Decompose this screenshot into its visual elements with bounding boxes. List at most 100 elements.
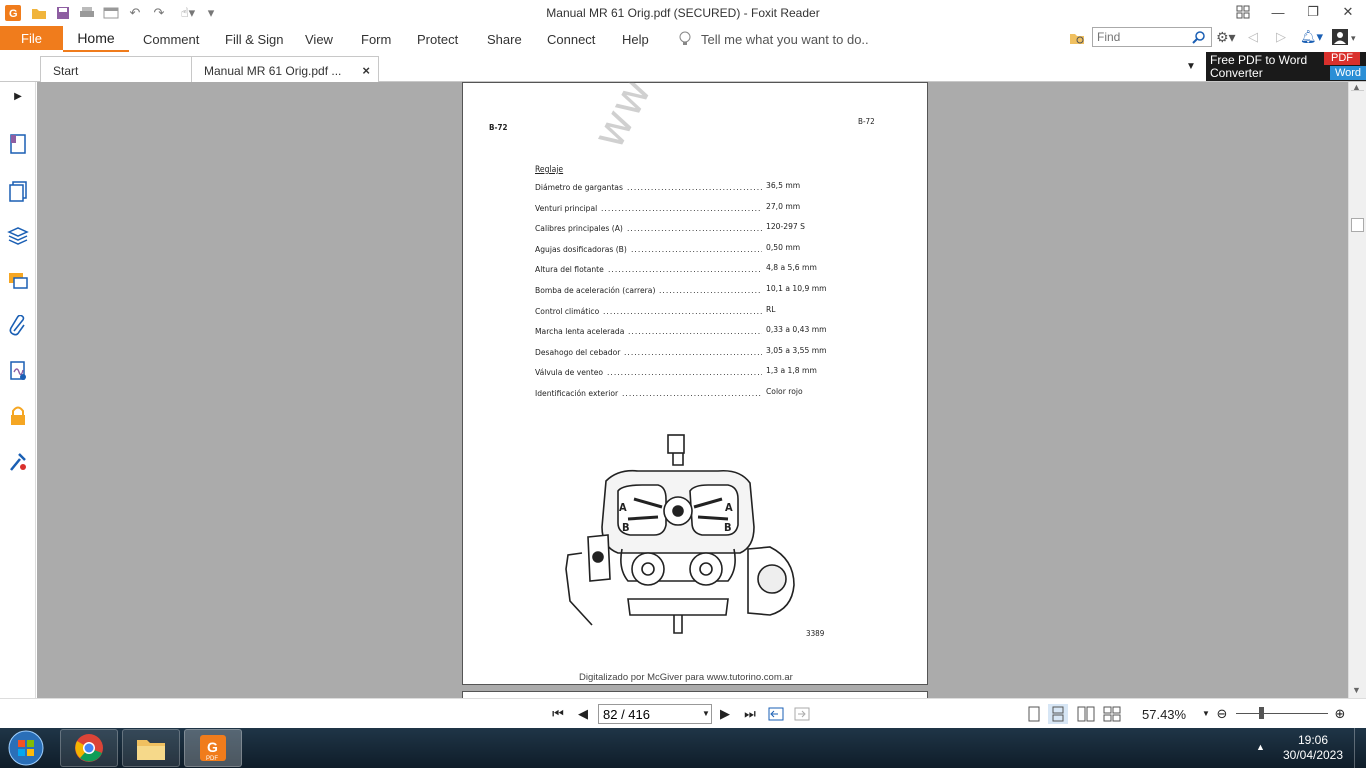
page-number-input[interactable] [598,704,712,724]
zoom-out-icon[interactable]: ⊖ [1212,704,1232,724]
spec-row: Calibres principales (A)................… [535,222,875,236]
foxit-pdf-icon[interactable]: G PDF [184,729,242,767]
tab-start[interactable]: Start [40,56,192,82]
tab-share[interactable]: Share [487,32,522,47]
spec-row: Altura del flotante.....................… [535,263,875,277]
prev-search-icon[interactable]: ◁ [1248,29,1258,45]
lightbulb-icon [678,31,692,50]
spec-label: Altura del flotante [535,265,604,275]
zoom-slider-thumb[interactable] [1259,707,1264,719]
figure-label-b-right: B [724,521,732,534]
zoom-in-icon[interactable]: ⊕ [1330,704,1350,724]
attachments-paperclip-icon[interactable] [6,314,30,338]
tab-list-dropdown-icon[interactable]: ▼ [1186,61,1196,72]
dot-leader: ........................................… [628,327,762,337]
continuous-view-icon[interactable] [1048,704,1068,724]
close-tab-icon[interactable]: × [362,63,370,78]
spec-value: 1,3 a 1,8 mm [766,366,817,376]
tab-connect[interactable]: Connect [547,32,595,47]
expand-panel-icon[interactable]: ▶ [6,84,30,108]
tell-me-box[interactable]: Tell me what you want to do.. [701,32,869,47]
restore-layout-icon[interactable] [1228,2,1258,22]
page-dropdown-icon[interactable]: ▼ [702,709,710,718]
show-hidden-icons-icon[interactable]: ▲ [1256,742,1265,752]
layers-icon[interactable] [6,224,30,248]
tab-current-document[interactable]: Manual MR 61 Orig.pdf ... × [191,56,379,82]
pages-panel-icon[interactable] [6,179,30,203]
page-thumbnails-icon[interactable] [6,132,30,156]
document-tab-bar: Start Manual MR 61 Orig.pdf ... × ▼ Free… [0,52,1366,82]
clock-date: 30/04/2023 [1282,748,1344,762]
figure-label-b-left: B [622,521,630,534]
next-search-icon[interactable]: ▷ [1276,29,1286,45]
window-title: Manual MR 61 Orig.pdf (SECURED) - Foxit … [546,6,820,20]
first-page-icon[interactable]: ⏮ [548,704,568,724]
tab-form[interactable]: Form [361,32,391,47]
search-icon[interactable] [1192,30,1206,47]
zoom-dropdown-icon[interactable]: ▼ [1202,709,1210,718]
search-folder-icon[interactable] [1069,31,1085,48]
navigation-panel-toolbar: ▶ [0,82,39,698]
minimize-button[interactable]: — [1263,2,1293,22]
comments-icon[interactable] [6,269,30,293]
spec-value: RL [766,304,776,314]
previous-page-icon[interactable]: ◀ [573,704,593,724]
spec-label: Venturi principal [535,203,598,213]
tab-view[interactable]: View [305,32,333,47]
carburetor-illustration [565,434,795,634]
tab-comment[interactable]: Comment [143,32,199,47]
spec-label: Marcha lenta acelerada [535,327,625,337]
settings-gear-icon[interactable]: ⚙▾ [1216,29,1236,46]
watermark-text: www.tutorino.com.ar [583,82,843,157]
vertical-scrollbar[interactable]: ▲ ▼ [1348,82,1366,698]
show-desktop-button[interactable] [1354,728,1366,768]
certificate-tools-icon[interactable] [6,450,30,474]
last-page-icon[interactable]: ⏭ [740,704,760,724]
chrome-icon[interactable] [60,729,118,767]
spec-label: Válvula de venteo [535,368,604,378]
spec-label: Bomba de aceleración (carrera) [535,286,656,295]
system-clock[interactable]: 19:06 30/04/2023 [1276,733,1350,763]
scroll-thumb[interactable] [1351,218,1364,232]
spec-row: Agujas dosificadoras (B)................… [535,243,875,257]
maximize-button[interactable]: ❐ [1298,2,1328,22]
pdf-to-word-promo[interactable]: Free PDF to Word Converter PDF Word [1206,52,1366,81]
spec-row: Válvula de venteo.......................… [535,366,875,380]
tab-current-label: Manual MR 61 Orig.pdf ... [204,64,342,78]
start-button[interactable] [6,730,46,769]
dot-leader: ........................................… [607,368,762,378]
next-pdf-page [462,691,928,698]
scroll-down-arrow-icon[interactable]: ▼ [1352,685,1361,695]
signatures-icon[interactable] [6,359,30,383]
file-tab[interactable]: File [0,26,63,50]
spec-label: Desahogo del cebador [535,347,621,357]
spec-row: Identificación exterior.................… [535,387,875,401]
tab-protect[interactable]: Protect [417,32,458,47]
zoom-level[interactable]: 57.43% [1142,707,1186,722]
dot-leader: ........................................… [659,286,762,295]
zoom-slider-track[interactable] [1236,713,1328,714]
tab-home[interactable]: Home [63,26,129,52]
next-page-icon[interactable]: ▶ [715,704,735,724]
notification-bell-icon[interactable]: 🔔︎▾ [1300,29,1323,45]
promo-badge-pdf: PDF [1324,52,1360,65]
spec-value: 36,5 mm [766,181,801,190]
spec-value: 4,8 a 5,6 mm [766,263,817,273]
facing-view-icon[interactable] [1076,704,1096,724]
dot-leader: ........................................… [603,306,762,316]
spec-label: Calibres principales (A) [535,224,623,234]
document-viewer[interactable]: B-72 B-72 Reglaje Diámetro de gargantas.… [37,82,1348,698]
tab-fill-sign[interactable]: Fill & Sign [225,32,284,47]
continuous-facing-view-icon[interactable] [1102,704,1122,724]
scrollbar-divider [1351,90,1364,91]
status-bar: ⏮ ◀ ▼ ▶ ⏭ 57.43% ▼ ⊖ ⊕ [0,698,1366,728]
close-window-button[interactable]: ✕ [1333,2,1363,22]
next-view-icon[interactable] [792,704,812,724]
figure-number: 3389 [806,629,825,638]
file-explorer-icon[interactable] [122,729,180,767]
previous-view-icon[interactable] [766,704,786,724]
security-lock-icon[interactable] [6,404,30,428]
user-account-icon[interactable]: ▾ [1332,29,1358,48]
single-page-view-icon[interactable] [1024,704,1044,724]
tab-help[interactable]: Help [622,32,649,47]
